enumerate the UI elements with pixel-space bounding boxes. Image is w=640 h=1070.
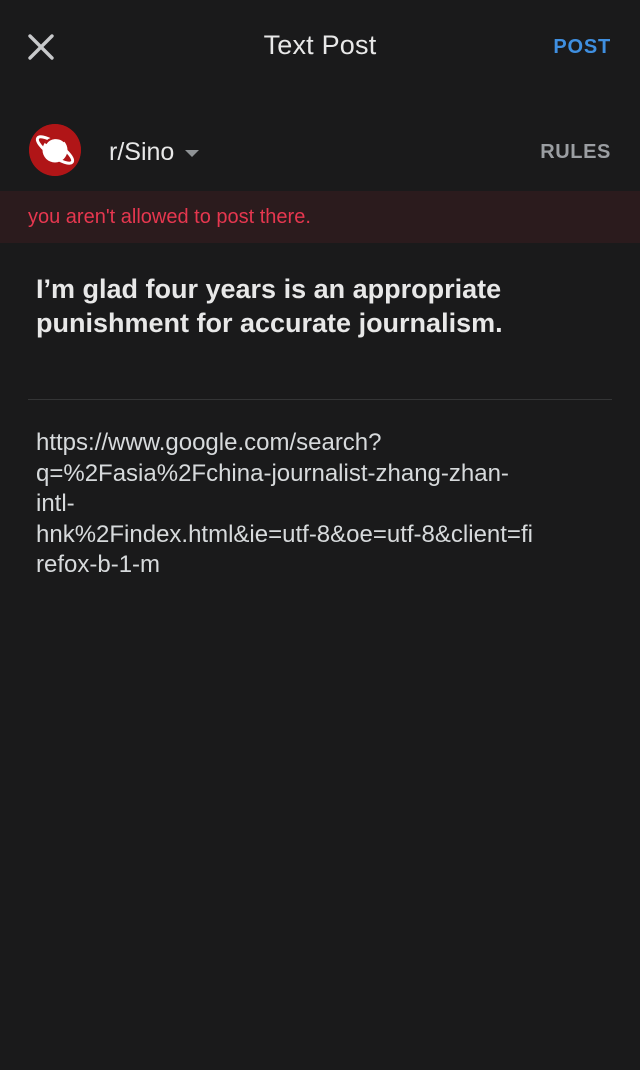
- post-body-field[interactable]: https://www.google.com/search? q=%2Fasia…: [36, 428, 606, 581]
- page-title: Text Post: [263, 30, 377, 60]
- divider: [28, 399, 612, 400]
- top-bar: Text Post POST: [0, 0, 640, 96]
- error-message: you aren't allowed to post there.: [28, 206, 311, 228]
- post-title-field[interactable]: I’m glad four years is an appropriate pu…: [36, 272, 606, 340]
- caret-down-icon: [185, 149, 200, 157]
- post-button[interactable]: POST: [553, 36, 611, 59]
- community-selector-row: r/Sino RULES: [0, 108, 640, 190]
- error-banner: you aren't allowed to post there.: [0, 191, 640, 243]
- community-dropdown[interactable]: r/Sino: [109, 136, 200, 168]
- rules-button[interactable]: RULES: [540, 141, 611, 164]
- community-name: r/Sino: [109, 137, 175, 166]
- community-avatar[interactable]: [29, 124, 81, 176]
- planet-icon: [29, 124, 81, 176]
